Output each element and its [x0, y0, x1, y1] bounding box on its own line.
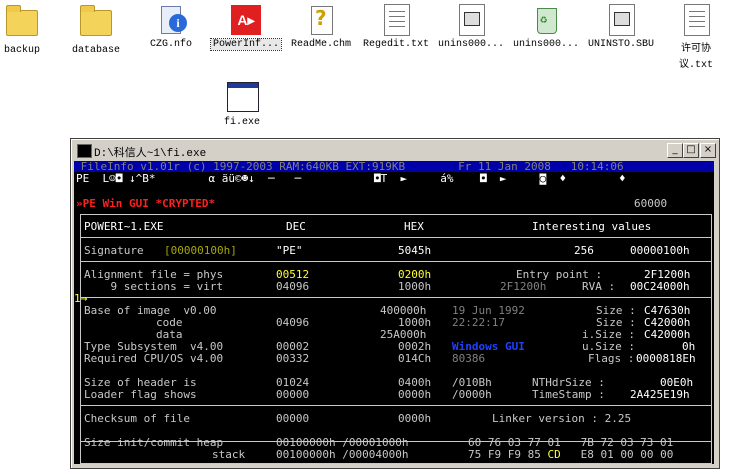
powerinfo-app-icon: A▸ — [230, 4, 262, 36]
desktop-icon-regedit-txt[interactable]: Regedit.txt — [358, 4, 434, 50]
desktop-icon-unins000-exe[interactable]: ♻ unins000... — [508, 4, 584, 50]
desktop-icon-label: 许可协议.txt — [678, 44, 713, 71]
column-interesting: Interesting values — [532, 220, 652, 233]
signature-value-1: 256 — [574, 244, 594, 257]
desktop-icon-label: unins000... — [512, 39, 579, 50]
signature-offset: [00000100h] — [164, 244, 237, 257]
divider — [81, 405, 711, 406]
title-bar[interactable]: D:\科信人~1\fi.exe _ □ × — [74, 142, 716, 160]
desktop-icon-fi-exe[interactable]: fi.exe — [204, 82, 280, 128]
file-type-value: 60000 — [634, 197, 668, 210]
desktop-icon-label: CZG.nfo — [149, 39, 192, 50]
checksum-label: Checksum of file — [84, 412, 190, 425]
loader-flag-label: Loader flag shows — [84, 388, 197, 401]
sections-dec: 04096 — [276, 280, 310, 293]
data-file-icon — [605, 4, 637, 36]
folder-icon — [80, 5, 112, 42]
folder-icon — [6, 5, 38, 42]
sections-label: 9 sections = virt — [84, 280, 224, 293]
signature-label: Signature — [84, 244, 151, 257]
desktop-icon-backup[interactable]: backup — [0, 4, 60, 56]
pe-symbol-line: PE L☺◘ ↓^B* α äü©☻↓ ─ ─ ◘T ► á% ◘ ► ◙ ♦ … — [76, 172, 626, 185]
signature-hex: 5045h — [398, 244, 432, 257]
loader-flag-dec: 00000 — [276, 388, 310, 401]
console-icon — [77, 144, 92, 158]
code-dec: 04096 — [276, 316, 310, 329]
entry-bytes-2: 75 F9 F9 85 CD E8 01 00 00 00 — [468, 448, 674, 461]
checksum-dec: 00000 — [276, 412, 310, 425]
heap-label: Size init/commit heap — [84, 436, 224, 449]
window-title: D:\科信人~1\fi.exe — [94, 148, 207, 160]
stack-value: 00100000h /00004000h — [276, 448, 409, 461]
signature-dec: "PE" — [276, 244, 303, 257]
cpu-hex: 014Ch — [398, 352, 432, 365]
cpu-label: Required CPU/OS v4.00 — [84, 352, 224, 365]
sections-hex: 1000h — [398, 280, 432, 293]
close-button[interactable]: × — [700, 143, 716, 158]
timestamp-value: 2A425E19h — [630, 388, 690, 401]
cpu-dec: 00332 — [276, 352, 310, 365]
rva-previous: 2F1200h — [500, 280, 547, 293]
timestamp-label: TimeStamp : — [532, 388, 605, 401]
column-hex: HEX — [404, 220, 424, 233]
minimize-button[interactable]: _ — [667, 143, 683, 158]
checksum-hex: 0000h — [398, 412, 432, 425]
desktop-icon-label: fi.exe — [223, 117, 260, 128]
desktop-icon-czg-nfo[interactable]: i CZG.nfo — [133, 4, 209, 50]
exe-window-icon — [226, 82, 259, 114]
desktop-icon-label: database — [71, 45, 120, 56]
cpu-type: 80386 — [452, 352, 486, 365]
maximize-button[interactable]: □ — [683, 143, 699, 158]
desktop-icon-label: backup — [3, 45, 40, 56]
text-file-icon — [380, 4, 412, 36]
file-type-line: »PE Win GUI *CRYPTED* — [76, 197, 216, 210]
loader-flag-hex: 0000h — [398, 388, 432, 401]
desktop-icon-license-txt[interactable]: 许可协议.txt — [658, 4, 734, 71]
text-file-icon — [680, 4, 712, 36]
console-window[interactable]: D:\科信人~1\fi.exe _ □ × FileInfo v1.01r (c… — [70, 138, 720, 469]
flags-value: 0000818Eh — [636, 352, 696, 365]
desktop-icon-database[interactable]: database — [58, 4, 134, 56]
desktop-icon-unins000-dat[interactable]: unins000... — [433, 4, 509, 50]
file-name: POWERI~1.EXE — [84, 220, 164, 233]
help-file-icon: ? — [305, 4, 337, 36]
linker-version: Linker version : 2.25 — [492, 412, 632, 425]
desktop-icon-powerinfo[interactable]: A▸ PowerInf... — [208, 4, 284, 51]
column-dec: DEC — [286, 220, 306, 233]
stack-label: stack — [212, 448, 246, 461]
desktop-icon-readme-chm[interactable]: ? ReadMe.chm — [283, 4, 359, 50]
desktop-icon-label: ReadMe.chm — [290, 39, 351, 50]
link-time: 22:22:17 — [452, 316, 505, 329]
console-output[interactable]: FileInfo v1.01r (c) 1997-2003 RAM:640KB … — [74, 161, 714, 464]
flags-label: Flags : — [588, 352, 635, 365]
data-file-icon — [455, 4, 487, 36]
desktop-icon-label: PowerInf... — [209, 38, 283, 51]
signature-value-2: 00000100h — [630, 244, 690, 257]
info-file-icon: i — [155, 4, 187, 36]
rva-label: RVA : — [582, 280, 616, 293]
desktop-icon-uninsto-sbu[interactable]: UNINSTO.SBU — [583, 4, 659, 50]
base-label: Base of image v0.00 — [84, 304, 217, 317]
recycle-icon: ♻ — [530, 4, 562, 36]
rva-value: 00C24000h — [630, 280, 690, 293]
desktop-icon-label: Regedit.txt — [362, 39, 429, 50]
desktop-icon-label: UNINSTO.SBU — [587, 39, 654, 50]
desktop-icon-label: unins000... — [437, 39, 504, 50]
loader-flag-extra: /0000h — [452, 388, 492, 401]
